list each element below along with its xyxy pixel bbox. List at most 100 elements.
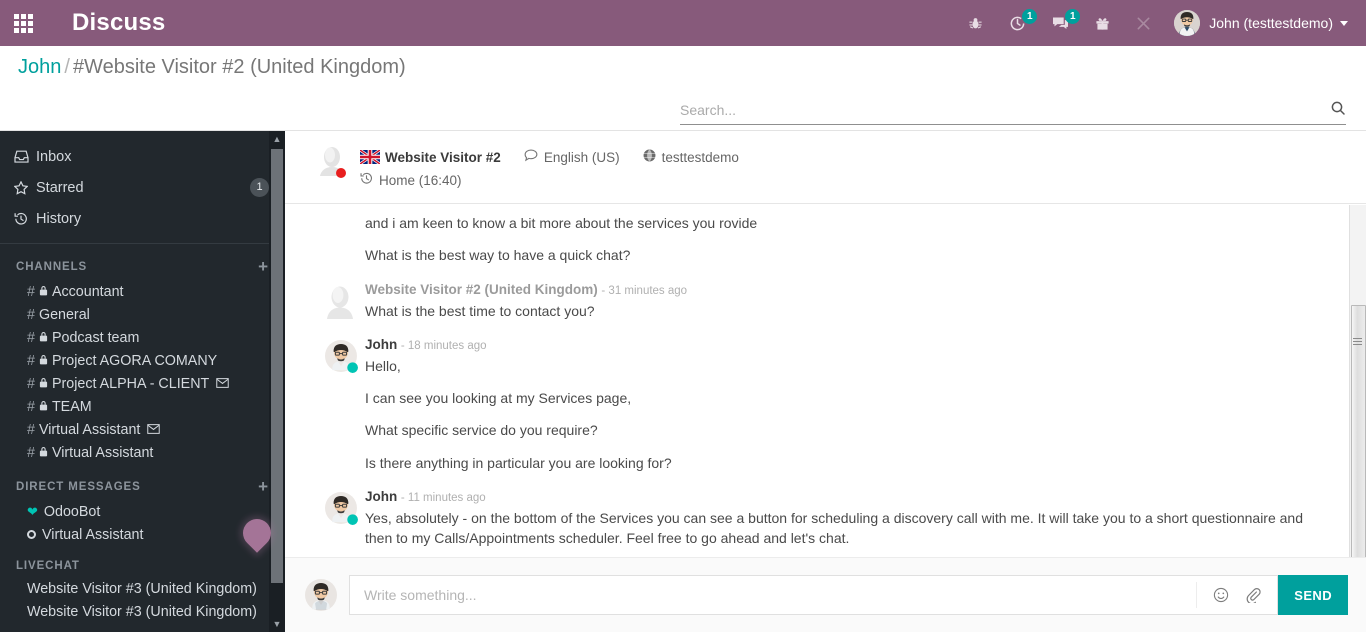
message-list[interactable]: and i am keen to know a bit more about t…	[285, 205, 1366, 558]
channels-section-header: CHANNELS +	[0, 244, 285, 280]
top-navbar: Discuss 1 1 John (testtestdemo)	[0, 0, 1366, 46]
scroll-up-icon[interactable]: ▲	[269, 131, 285, 147]
globe-icon	[643, 149, 656, 165]
lock-icon	[39, 400, 48, 414]
sidebar-item-starred[interactable]: Starred 1	[0, 172, 285, 203]
dm-section-header: DIRECT MESSAGES +	[0, 464, 285, 500]
lock-icon	[39, 377, 48, 391]
sidebar-item-label: History	[36, 210, 82, 227]
sidebar-item-inbox[interactable]: Inbox	[0, 141, 285, 172]
activity-clock-icon[interactable]: 1	[996, 0, 1039, 46]
message-input[interactable]	[350, 587, 1197, 603]
sidebar-dm-item[interactable]: ❤ OdooBot	[0, 500, 285, 523]
sidebar-scrollbar[interactable]: ▲ ▼	[269, 131, 285, 632]
user-name: John (testtestdemo)	[1209, 15, 1333, 31]
message-avatar	[325, 339, 358, 373]
language-label: English (US)	[543, 149, 620, 165]
channels-title: CHANNELS	[16, 260, 88, 273]
message-composer: SEND	[285, 557, 1366, 632]
messages-icon[interactable]: 1	[1039, 0, 1082, 46]
sidebar-channel-item[interactable]: # Project AGORA COMANY	[0, 349, 285, 372]
livechat-section-header: LIVECHAT	[0, 546, 285, 577]
envelope-icon[interactable]	[147, 423, 161, 437]
bug-icon[interactable]	[955, 0, 996, 46]
emoji-icon[interactable]	[1213, 587, 1229, 603]
channel-label: Podcast team	[51, 329, 140, 346]
sidebar-channel-item[interactable]: # Virtual Assistant	[0, 441, 285, 464]
hash-icon: #	[27, 398, 35, 415]
star-icon	[14, 180, 36, 195]
message-paragraph: What is the best way to have a quick cha…	[365, 247, 631, 264]
livechat-label: Website Visitor #3 (United Kingdom)	[27, 603, 257, 620]
control-panel: John / #Website Visitor #2 (United Kingdom…	[0, 46, 1366, 167]
sidebar-item-label: Inbox	[36, 148, 72, 165]
channel-label: Project AGORA COMANY	[51, 352, 218, 369]
message-header: John - 18 minutes ago	[365, 337, 1326, 352]
lock-icon	[39, 331, 48, 345]
hash-icon: #	[27, 283, 35, 300]
message-author: John	[365, 336, 398, 352]
breadcrumb-current: #Website Visitor #2 (United Kingdom)	[72, 56, 406, 78]
message-header: John - 11 minutes ago	[365, 489, 1326, 504]
dm-label: Virtual Assistant	[42, 526, 144, 543]
envelope-icon[interactable]	[216, 377, 230, 391]
search-icon[interactable]	[1330, 100, 1346, 120]
hash-icon: #	[27, 444, 35, 461]
sidebar-channel-item[interactable]: # General	[0, 303, 285, 326]
history-icon	[360, 172, 373, 188]
website-chip: testtestdemo	[643, 149, 739, 165]
sidebar-channel-item[interactable]: # TEAM	[0, 395, 285, 418]
sidebar-livechat-item[interactable]: Website Visitor #3 (United Kingdom)	[0, 577, 285, 600]
message-item: John - 11 minutes ago Yes, absolutely - o…	[303, 489, 1326, 549]
sidebar-channel-item[interactable]: # Podcast team	[0, 326, 285, 349]
message-avatar	[325, 492, 358, 526]
app-title: Discuss	[72, 9, 166, 36]
apps-grid-icon[interactable]	[0, 0, 46, 46]
message-avatar	[325, 285, 355, 319]
send-button[interactable]: SEND	[1278, 575, 1348, 615]
visit-history-label: Home (16:40)	[379, 172, 462, 188]
add-channel-icon[interactable]: +	[258, 258, 269, 275]
mailbox-list: Inbox Starred 1 History	[0, 131, 285, 244]
gift-icon[interactable]	[1082, 0, 1123, 46]
messages-root: and i am keen to know a bit more about t…	[285, 205, 1366, 549]
message-item: and i am keen to know a bit more about t…	[303, 213, 1326, 266]
sidebar-scroll-thumb[interactable]	[271, 149, 283, 583]
tools-icon[interactable]	[1123, 0, 1164, 46]
dm-label: OdooBot	[43, 503, 101, 520]
sidebar-channel-item[interactable]: # Virtual Assistant	[0, 418, 285, 441]
discuss-sidebar: Inbox Starred 1 History CHANNELS + # Acc…	[0, 131, 285, 632]
search-input[interactable]	[680, 102, 1330, 118]
channel-label: Project ALPHA - CLIENT	[51, 375, 210, 392]
online-heart-icon: ❤	[27, 503, 38, 519]
channel-label: TEAM	[51, 398, 92, 415]
sidebar-channel-item[interactable]: # Project ALPHA - CLIENT	[0, 372, 285, 395]
avatar	[1174, 10, 1201, 36]
lock-icon	[39, 446, 48, 460]
channel-label: Accountant	[51, 283, 124, 300]
speech-bubble-icon	[524, 149, 538, 165]
activity-badge: 1	[1022, 9, 1038, 24]
breadcrumb-root[interactable]: John	[18, 56, 61, 78]
scroll-down-icon[interactable]: ▼	[269, 616, 285, 632]
dm-title: DIRECT MESSAGES	[16, 480, 141, 493]
sidebar-item-history[interactable]: History	[0, 203, 285, 234]
lock-icon	[39, 354, 48, 368]
navbar-right: 1 1 John (testtestdemo)	[955, 0, 1366, 46]
dm-list: ❤ OdooBot Virtual Assistant	[0, 500, 285, 546]
user-menu[interactable]: John (testtestdemo)	[1164, 10, 1354, 36]
channel-label: Virtual Assistant	[38, 421, 141, 438]
hash-icon: #	[27, 306, 35, 323]
sidebar-livechat-item[interactable]: Website Visitor #3 (United Kingdom)	[0, 600, 285, 623]
history-icon	[14, 212, 36, 226]
sidebar-dm-item[interactable]: Virtual Assistant	[0, 523, 285, 546]
uk-flag-icon	[359, 148, 381, 166]
sidebar-item-label: Starred	[36, 179, 84, 196]
add-dm-icon[interactable]: +	[258, 478, 269, 495]
paperclip-icon[interactable]	[1245, 587, 1261, 603]
thread-scroll-thumb[interactable]	[1351, 305, 1366, 584]
sidebar-channel-item[interactable]: # Accountant	[0, 280, 285, 303]
livechat-label: Website Visitor #3 (United Kingdom)	[27, 580, 257, 597]
starred-count-badge: 1	[250, 178, 269, 197]
message-author: Website Visitor #2 (United Kingdom)	[365, 281, 598, 297]
